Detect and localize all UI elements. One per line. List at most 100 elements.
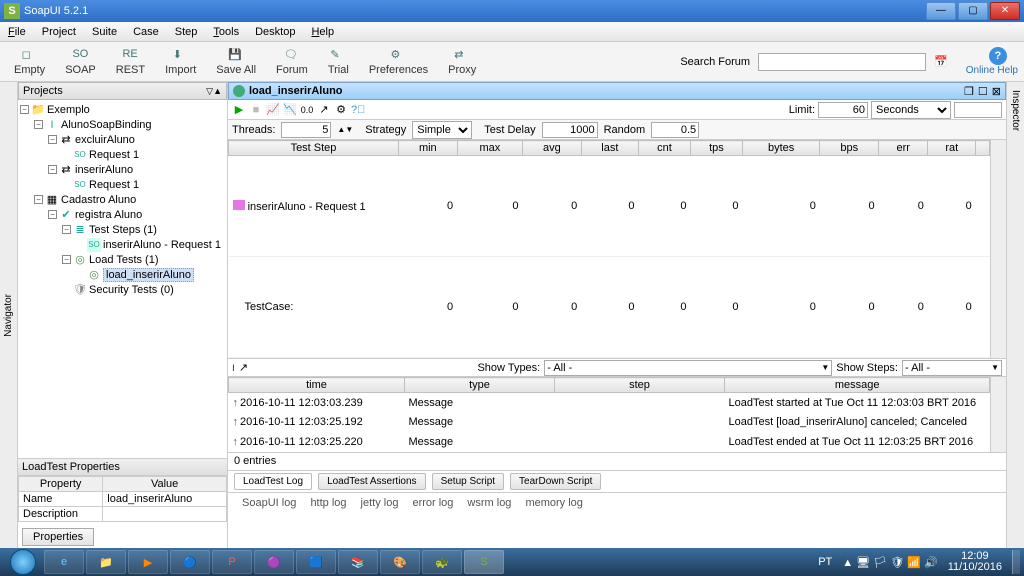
log-row[interactable]: ↑2016-10-11 12:03:03.239MessageLoadTest … [229,393,990,413]
tree-teststeps[interactable]: Test Steps (1) [89,224,157,236]
show-desktop[interactable] [1012,550,1020,574]
tree-request[interactable]: Request 1 [89,179,139,191]
tab-wsrm-log[interactable]: wsrm log [467,497,511,509]
scrollbar[interactable] [990,140,1006,358]
graph-icon[interactable]: 📉 [283,103,297,117]
close-button[interactable]: ✕ [990,2,1020,20]
run-icon[interactable]: ▶ [232,103,246,117]
random-input[interactable] [651,122,699,138]
tree-binding[interactable]: AlunoSoapBinding [61,119,152,131]
toolbar-import[interactable]: ⬇Import [157,48,204,76]
task-app3[interactable]: 🎨 [380,550,420,574]
table-row[interactable]: TestCase: 000 000 000 0 [229,257,990,358]
task-winrar[interactable]: 📚 [338,550,378,574]
tree-request[interactable]: Request 1 [89,149,139,161]
task-app1[interactable]: 🟣 [254,550,294,574]
search-forum-input[interactable] [758,53,926,71]
tab-setup[interactable]: Setup Script [432,473,504,490]
task-soapui[interactable]: S [464,550,504,574]
menu-tools[interactable]: Tools [209,24,243,40]
inspector-tab[interactable]: Inspector [1006,82,1024,548]
task-ie[interactable]: e [44,550,84,574]
log-row[interactable]: ↑2016-10-11 12:03:25.192MessageLoadTest … [229,412,990,432]
toolbar-preferences[interactable]: ⚙Preferences [361,48,436,76]
tray-clock[interactable]: 12:0911/10/2016 [948,551,1002,573]
tab-loadtest-log[interactable]: LoadTest Log [234,473,312,490]
limit-input[interactable] [818,102,868,118]
project-tree[interactable]: −📁Exemplo −ΙAlunoSoapBinding −⇄excluirAl… [18,100,227,458]
window-restore-icon[interactable]: ❐ [964,85,974,98]
show-steps-select[interactable]: - All -▼ [902,360,1002,376]
tree-loadtests[interactable]: Load Tests (1) [89,254,159,266]
tree-project[interactable]: Exemplo [47,104,90,116]
task-explorer[interactable]: 📁 [86,550,126,574]
prop-name[interactable]: Name [19,492,103,507]
maximize-button[interactable]: ▢ [958,2,988,20]
tray-lang[interactable]: PT [818,556,832,568]
task-powerpoint[interactable]: P [212,550,252,574]
clear-log-icon[interactable]: ו [232,362,235,374]
stats-icon[interactable]: 📈 [266,103,280,117]
tree-teststep[interactable]: inserirAluno - Request 1 [103,239,221,251]
tree-testcase[interactable]: registra Aluno [75,209,142,221]
menu-help[interactable]: Help [307,24,338,40]
tab-error-log[interactable]: error log [412,497,453,509]
options-icon[interactable]: ⚙ [334,103,348,117]
scrollbar[interactable] [990,377,1006,452]
minimize-button[interactable]: — [926,2,956,20]
export-icon[interactable]: ↗ [317,103,331,117]
online-help-label[interactable]: Online Help [966,65,1018,76]
toolbar-forum[interactable]: 🗨Forum [268,48,316,76]
toolbar-rest[interactable]: REREST [108,48,153,76]
tree-testsuite[interactable]: Cadastro Aluno [61,194,136,206]
prop-description[interactable]: Description [19,507,103,522]
export-log-icon[interactable]: ↗ [239,361,248,374]
tree-excluiraluno[interactable]: excluirAluno [75,134,135,146]
search-forum-label: Search Forum [680,56,750,68]
window-close-icon[interactable]: ⊠ [992,85,1001,98]
toolbar-saveall[interactable]: 💾Save All [208,48,264,76]
stop-icon[interactable]: ■ [249,103,263,117]
menu-project[interactable]: Project [38,24,80,40]
delay-input[interactable] [542,122,598,138]
task-app2[interactable]: 🟦 [296,550,336,574]
menu-step[interactable]: Step [171,24,202,40]
reset-icon[interactable]: 0.0 [300,103,314,117]
collapse-icon[interactable]: ▽▲ [206,86,222,97]
menu-file[interactable]: File [4,24,30,40]
strategy-select[interactable]: Simple [412,121,472,139]
task-app4[interactable]: 🐢 [422,550,462,574]
tab-soapui-log[interactable]: SoapUI log [242,497,296,509]
toolbar-empty[interactable]: ◻Empty [6,48,53,76]
start-button[interactable] [4,548,42,576]
toolbar-proxy[interactable]: ⇄Proxy [440,48,484,76]
show-types-select[interactable]: - All -▼ [544,360,832,376]
tree-loadtest-selected[interactable]: load_inserirAluno [103,268,194,282]
search-go-icon[interactable]: 📅 [934,55,948,68]
task-media[interactable]: ▶ [128,550,168,574]
table-row[interactable]: inserirAluno - Request 1 000 000 000 0 [229,156,990,257]
toolbar-soap[interactable]: SOSOAP [57,48,104,76]
menu-suite[interactable]: Suite [88,24,121,40]
help-icon[interactable]: ?⃝ [351,103,365,117]
tab-jetty-log[interactable]: jetty log [361,497,399,509]
tab-teardown[interactable]: TearDown Script [510,473,601,490]
tray-icons[interactable]: ▲ 🖥 🏳 🛡 📶 🔊 [842,556,937,569]
log-row[interactable]: ↑2016-10-11 12:03:25.220MessageLoadTest … [229,432,990,452]
task-chrome[interactable]: 🔵 [170,550,210,574]
limit-unit-select[interactable]: Seconds [871,101,951,119]
tab-http-log[interactable]: http log [310,497,346,509]
threads-input[interactable] [281,122,331,138]
menu-case[interactable]: Case [129,24,163,40]
threads-label: Threads: [232,124,275,136]
toolbar-trial[interactable]: ✎Trial [320,48,357,76]
help-icon[interactable]: ? [989,47,1007,65]
tab-assertions[interactable]: LoadTest Assertions [318,473,426,490]
tab-memory-log[interactable]: memory log [525,497,582,509]
window-max-icon[interactable]: ☐ [978,85,988,98]
navigator-tab[interactable]: Navigator [0,82,18,548]
tree-securitytests[interactable]: Security Tests (0) [89,284,174,296]
properties-button[interactable]: Properties [22,528,94,546]
tree-inseriraluno[interactable]: inserirAluno [75,164,133,176]
menu-desktop[interactable]: Desktop [251,24,299,40]
